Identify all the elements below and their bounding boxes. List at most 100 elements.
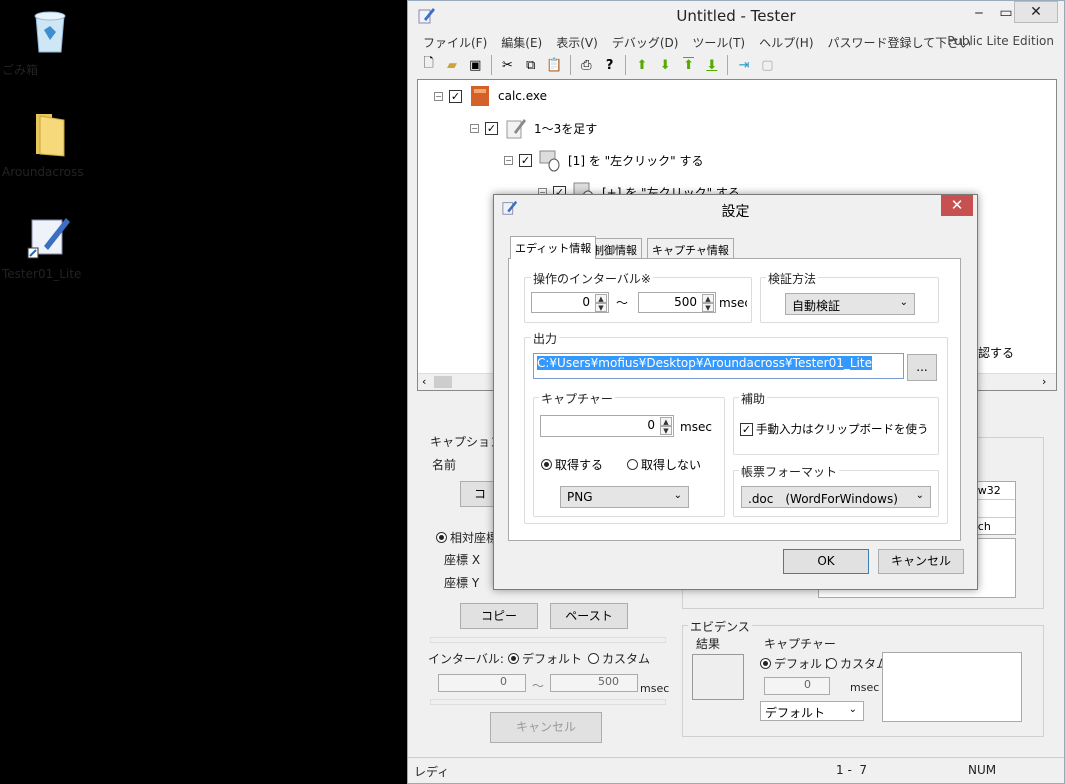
clipboard-checkbox[interactable]: ✓ 手動入力はクリップボードを使う xyxy=(740,421,929,437)
dialog-close-button[interactable]: ✕ xyxy=(941,195,973,216)
interval-default-radio[interactable]: デフォルト xyxy=(508,650,582,667)
tree-node-calc[interactable]: − ✓ calc.exe xyxy=(434,86,547,106)
recycle-bin-shortcut[interactable]: ごみ箱 xyxy=(2,8,98,77)
output-path-field[interactable]: C:¥Users¥mofius¥Desktop¥Aroundacross¥Tes… xyxy=(533,353,904,379)
coord-paste-button[interactable]: ペースト xyxy=(550,603,628,629)
tree-node-click-1[interactable]: − ✓ [1] を "左クリック" する xyxy=(504,150,703,172)
title-bar[interactable]: Untitled - Tester ‒ ▭ ✕ xyxy=(408,1,1064,32)
capture-on-radio[interactable]: 取得する xyxy=(541,456,603,473)
tester-app-icon xyxy=(27,218,70,259)
menu-edit[interactable]: 編集(E) xyxy=(494,31,549,52)
spin-down-icon[interactable]: ▼ xyxy=(595,303,607,312)
new-file-icon[interactable]: 🗋 xyxy=(418,54,439,76)
capture-interval-value: 0 xyxy=(647,418,655,432)
chevron-down-icon: ⌄ xyxy=(848,704,857,715)
help-icon[interactable]: ? xyxy=(599,54,620,76)
verify-method-select[interactable]: 自動検証 ⌄ xyxy=(785,293,915,315)
ev-select[interactable]: デフォルト ⌄ xyxy=(760,701,864,721)
ev-custom-label: カスタム xyxy=(840,657,889,671)
tab-edit-info[interactable]: エディット情報 xyxy=(510,236,597,259)
node-checkbox[interactable]: ✓ xyxy=(449,89,462,103)
dialog-cancel-button[interactable]: キャンセル xyxy=(878,549,964,574)
scroll-right-icon[interactable]: › xyxy=(1042,375,1046,388)
spin-up-icon[interactable]: ▲ xyxy=(660,417,672,426)
dlg-interval-from[interactable]: 0 ▲ ▼ xyxy=(531,292,609,313)
output-path-value: C:¥Users¥mofius¥Desktop¥Aroundacross¥Tes… xyxy=(537,356,872,370)
menu-debug[interactable]: デバッグ(D) xyxy=(605,31,686,52)
spin-up-icon[interactable]: ▲ xyxy=(595,294,607,303)
capture-interval-field[interactable]: 0 ▲ ▼ xyxy=(540,415,674,437)
node-checkbox[interactable]: ✓ xyxy=(485,121,498,135)
radio-empty-icon xyxy=(826,658,837,669)
menu-tools[interactable]: ツール(T) xyxy=(685,31,752,52)
desktop-icon-label: Tester01_Lite xyxy=(2,267,82,281)
scroll-thumb[interactable] xyxy=(434,376,452,388)
paste-icon[interactable]: 📋 xyxy=(543,54,564,76)
dlg-interval-to[interactable]: 500 ▲ ▼ xyxy=(638,292,716,313)
folder-icon xyxy=(36,114,65,157)
evidence-label: エビデンス xyxy=(688,618,752,635)
interval-to-value: 500 xyxy=(674,295,697,309)
move-bottom-icon[interactable]: ⬇ xyxy=(701,54,722,76)
blank-icon[interactable]: ▢ xyxy=(757,54,778,76)
menu-file[interactable]: ファイル(F) xyxy=(416,31,494,52)
menu-help[interactable]: ヘルプ(H) xyxy=(752,31,820,52)
close-button[interactable]: ✕ xyxy=(1014,1,1058,23)
interval-from-field[interactable]: 0 xyxy=(438,674,526,692)
cancel-button[interactable]: キャンセル xyxy=(490,712,602,743)
ev-default-radio[interactable]: デフォルト xyxy=(760,655,834,672)
desktop-icon-label: ごみ箱 xyxy=(2,63,39,77)
ev-capture-field[interactable]: 0 xyxy=(764,677,830,695)
aroundacross-folder-shortcut[interactable]: Aroundacross xyxy=(2,110,98,179)
ledger-group-label: 帳票フォーマット xyxy=(739,463,840,480)
save-icon[interactable]: ▣ xyxy=(465,54,486,76)
dialog-title: 設定 xyxy=(721,204,750,220)
chevron-down-icon: ⌄ xyxy=(915,490,924,501)
export-icon[interactable]: ⇥ xyxy=(733,54,754,76)
toolbar-separator xyxy=(727,55,729,75)
browse-button[interactable]: ... xyxy=(907,354,937,381)
minimize-button[interactable]: ‒ xyxy=(964,3,994,25)
spin-down-icon[interactable]: ▼ xyxy=(702,303,714,312)
image-format-select[interactable]: PNG ⌄ xyxy=(560,486,689,508)
tree-node-step[interactable]: − ✓ 1～3を足す xyxy=(470,118,597,139)
assist-group-label: 補助 xyxy=(739,390,768,407)
coord-copy-button[interactable]: コピー xyxy=(460,603,538,629)
radio-selected-icon xyxy=(508,653,519,664)
chevron-down-icon: ⌄ xyxy=(899,297,908,308)
relative-coord-radio[interactable]: 相対座標 xyxy=(436,529,498,546)
ev-custom-radio[interactable]: カスタム xyxy=(826,655,888,672)
divider xyxy=(430,699,666,705)
scroll-left-icon[interactable]: ‹ xyxy=(422,375,426,388)
verify-method-value: 自動検証 xyxy=(792,299,841,313)
move-top-icon[interactable]: ⬆ xyxy=(678,54,699,76)
open-folder-icon[interactable]: ▰ xyxy=(441,54,462,76)
collapse-icon[interactable]: − xyxy=(434,91,443,101)
menu-view[interactable]: 表示(V) xyxy=(549,31,605,52)
cut-icon[interactable]: ✂ xyxy=(497,54,518,76)
checkbox-checked-icon: ✓ xyxy=(740,422,753,436)
copy-icon[interactable]: ⧉ xyxy=(520,54,541,76)
capture-off-radio[interactable]: 取得しない xyxy=(627,456,701,473)
node-checkbox[interactable]: ✓ xyxy=(519,153,532,167)
result-box xyxy=(692,654,744,700)
tester-shortcut[interactable]: Tester01_Lite xyxy=(2,212,98,281)
toolbar-separator xyxy=(625,55,627,75)
interval-to-field[interactable]: 500 xyxy=(550,674,638,692)
print-icon[interactable]: ⎙ xyxy=(576,54,597,76)
interval-unit: msec xyxy=(719,296,747,310)
arrow-down-icon[interactable]: ⬇ xyxy=(655,54,676,76)
tab-capture-info[interactable]: キャプチャ情報 xyxy=(647,238,734,259)
ok-button[interactable]: OK xyxy=(783,549,869,574)
spin-up-icon[interactable]: ▲ xyxy=(702,294,714,303)
spin-down-icon[interactable]: ▼ xyxy=(660,426,672,435)
arrow-up-icon[interactable]: ⬆ xyxy=(631,54,652,76)
interval-custom-radio[interactable]: カスタム xyxy=(588,650,650,667)
divider xyxy=(430,637,666,643)
status-bar: レディ 1 - 7 NUM xyxy=(408,757,1064,783)
toolbar: 🗋 ▰ ▣ ✂ ⧉ 📋 ⎙ ? ⬆ ⬇ ⬆ ⬇ ⇥ ▢ xyxy=(418,53,778,77)
collapse-icon[interactable]: − xyxy=(504,155,513,165)
ledger-format-select[interactable]: .doc (WordForWindows) ⌄ xyxy=(741,486,931,508)
toolbar-separator xyxy=(490,55,492,75)
collapse-icon[interactable]: − xyxy=(470,123,479,133)
